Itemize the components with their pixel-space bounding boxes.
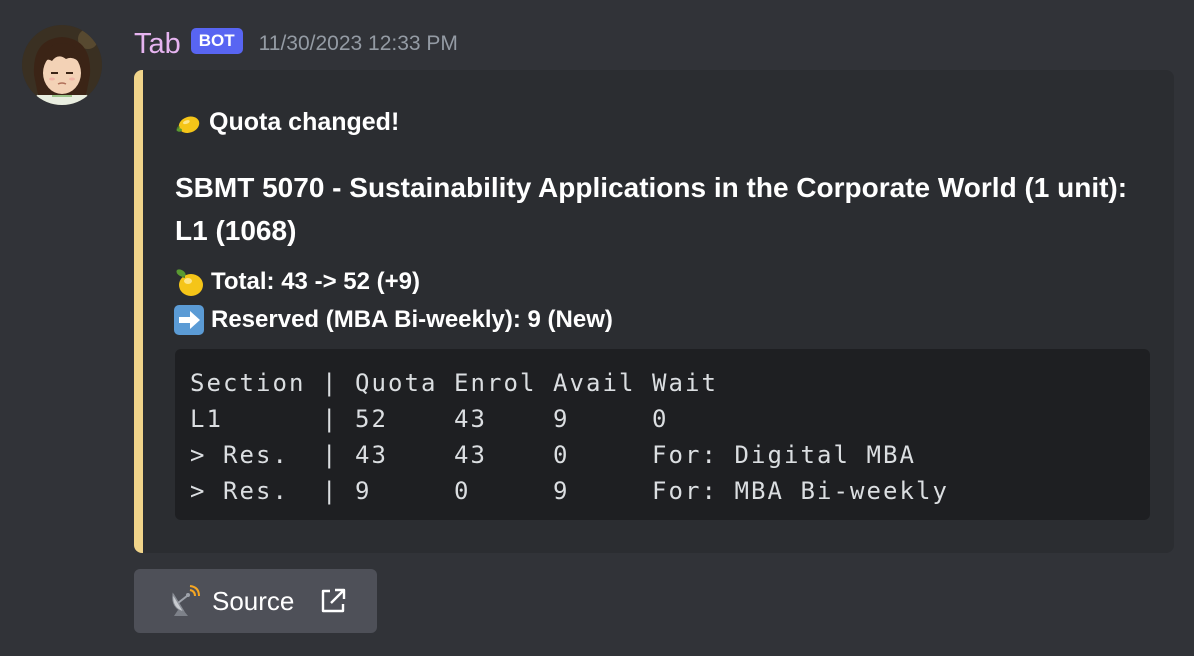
timestamp[interactable]: 11/30/2023 12:33 PM bbox=[259, 32, 458, 56]
right-arrow-icon bbox=[174, 305, 204, 335]
total-text: Total: 43 -> 52 (+9) bbox=[211, 268, 420, 295]
lemon-icon bbox=[176, 269, 203, 296]
satellite-antenna-icon bbox=[172, 585, 200, 616]
code-row: L1 | 52 43 9 0 bbox=[190, 405, 669, 433]
message-header: Tab BOT 11/30/2023 12:33 PM bbox=[134, 24, 458, 64]
total-line: Total: 43 -> 52 (+9) bbox=[173, 266, 420, 298]
reserved-line: Reserved (MBA Bi-weekly): 9 (New) bbox=[173, 304, 613, 336]
code-row: > Res. | 43 43 0 For: Digital MBA bbox=[190, 441, 916, 469]
code-row: > Res. | 9 0 9 For: MBA Bi-weekly bbox=[190, 477, 949, 505]
code-header-row: Section | Quota Enrol Avail Wait bbox=[190, 369, 718, 397]
external-link-icon bbox=[322, 588, 346, 613]
anime-girl-avatar-icon bbox=[22, 25, 102, 105]
bot-badge: BOT bbox=[190, 28, 243, 54]
embed-title-text: Quota changed! bbox=[209, 108, 400, 136]
source-label: Source bbox=[212, 585, 295, 616]
embed-card: Quota changed! SBMT 5070 - Sustainabilit… bbox=[134, 70, 1174, 553]
avatar[interactable] bbox=[22, 25, 102, 105]
course-title: SBMT 5070 - Sustainability Applications … bbox=[175, 172, 1128, 246]
source-button[interactable]: Source bbox=[134, 569, 377, 633]
embed-title: Quota changed! bbox=[175, 108, 399, 137]
chat-message: Tab BOT 11/30/2023 12:33 PM Quota change… bbox=[0, 0, 1194, 656]
quota-codeblock[interactable]: Section | Quota Enrol Avail Wait L1 | 52… bbox=[175, 349, 1150, 520]
reserved-text: Reserved (MBA Bi-weekly): 9 (New) bbox=[211, 306, 613, 333]
lemon-icon bbox=[176, 116, 200, 133]
username[interactable]: Tab bbox=[134, 28, 181, 61]
